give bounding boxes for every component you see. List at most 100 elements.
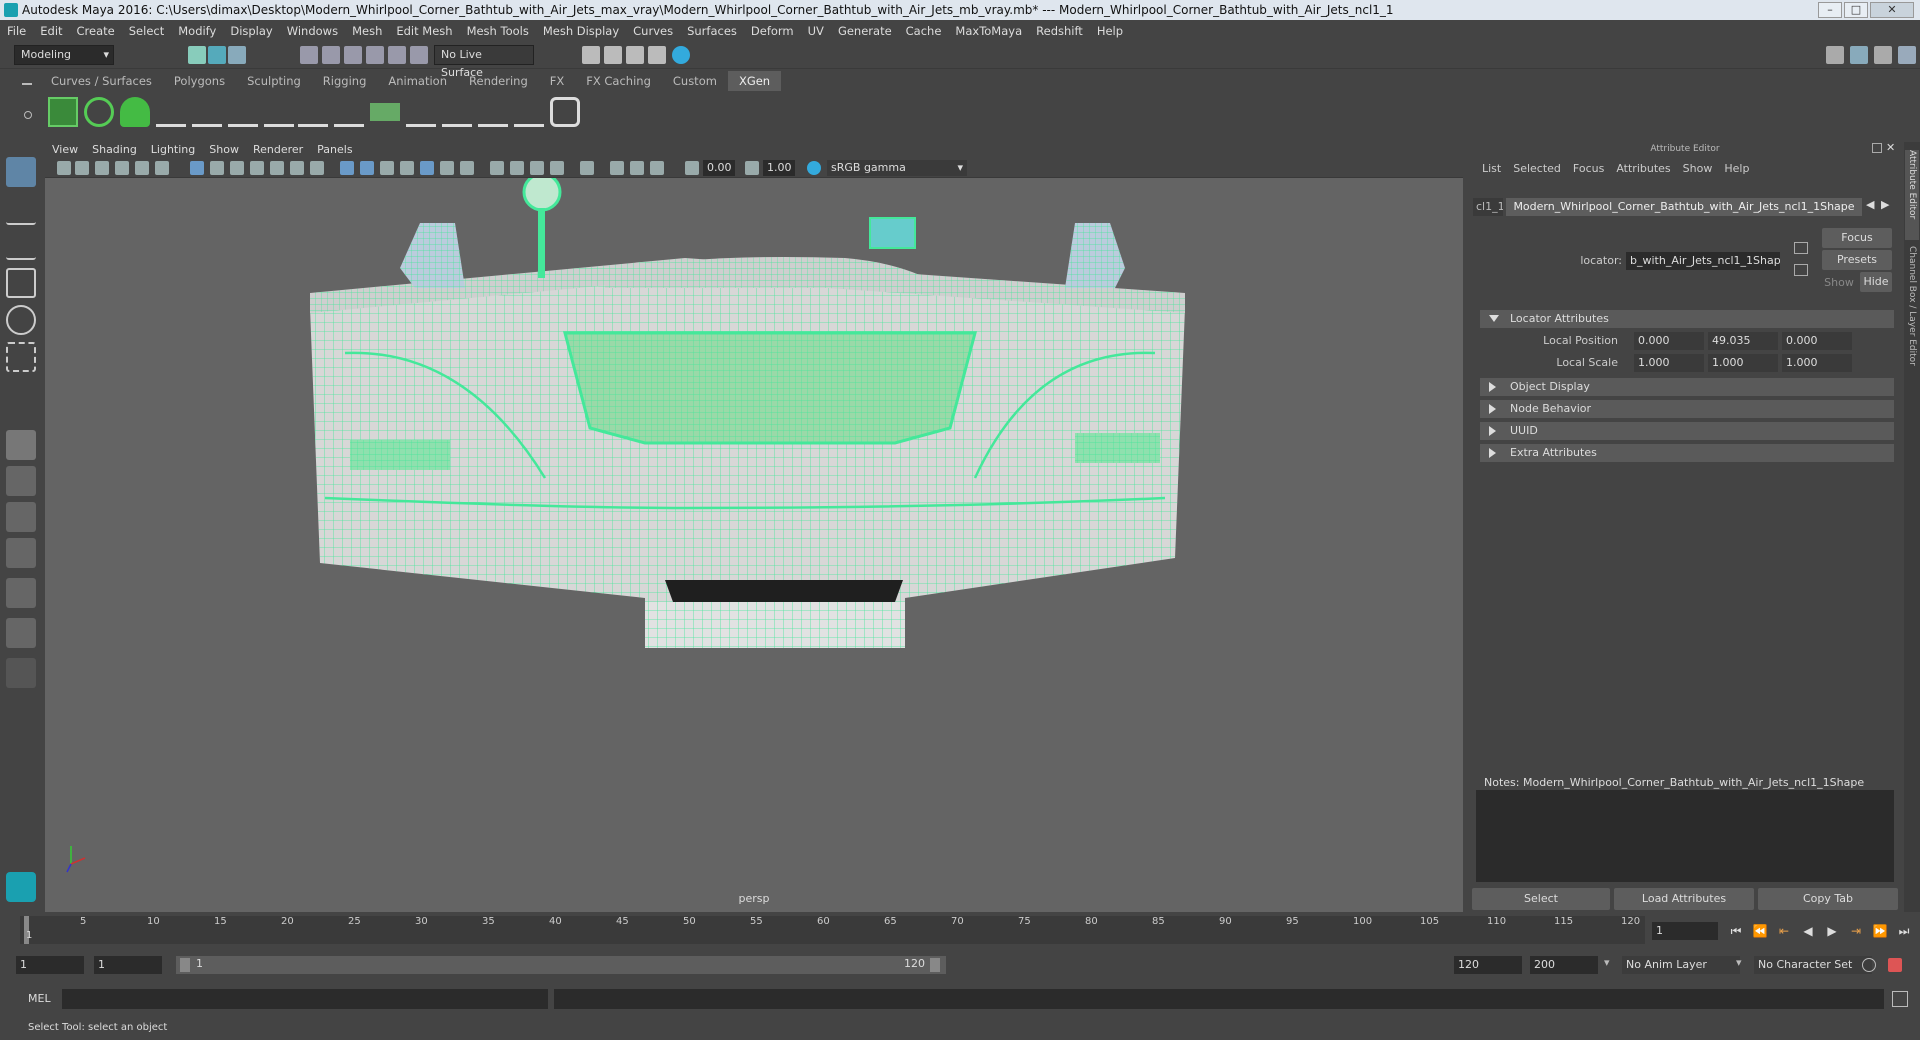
- ipr-render-icon[interactable]: [626, 46, 644, 64]
- presets-button[interactable]: Presets: [1822, 250, 1892, 270]
- motion-blur-icon[interactable]: [510, 161, 524, 175]
- menu-mesh-tools[interactable]: Mesh Tools: [460, 20, 536, 42]
- render-settings-icon[interactable]: [582, 46, 600, 64]
- shelf-tab-animation[interactable]: Animation: [377, 71, 458, 91]
- menu-mesh[interactable]: Mesh: [345, 20, 389, 42]
- time-slider[interactable]: 1 5 10 15 20 25 30 35 40 45 50 55 60 65 …: [0, 912, 1920, 948]
- rotate-tool-icon[interactable]: [6, 305, 36, 335]
- menu-cache[interactable]: Cache: [899, 20, 949, 42]
- float-panel-icon[interactable]: [1872, 143, 1882, 153]
- playback-start-field[interactable]: 1: [94, 956, 162, 974]
- select-object-icon[interactable]: [208, 46, 226, 64]
- playback-end-field[interactable]: 120: [1454, 956, 1522, 974]
- layout-graph-icon[interactable]: [6, 618, 36, 648]
- shelf-settings-icon[interactable]: [24, 111, 32, 119]
- bookmark-icon[interactable]: [95, 161, 109, 175]
- menu-mesh-display[interactable]: Mesh Display: [536, 20, 626, 42]
- end-time-field[interactable]: 200: [1530, 956, 1598, 974]
- auto-key-icon[interactable]: [1862, 958, 1876, 972]
- anti-aliasing-icon[interactable]: [530, 161, 544, 175]
- layer-guides-icon[interactable]: [370, 103, 400, 121]
- range-end-handle[interactable]: [930, 958, 940, 972]
- viewport-menu-shading[interactable]: Shading: [85, 142, 144, 158]
- play-forward-icon[interactable]: ▶: [1824, 924, 1840, 938]
- go-to-end-icon[interactable]: ⏭: [1896, 924, 1912, 938]
- camera-select-icon[interactable]: [57, 161, 71, 175]
- mode-dropdown[interactable]: Modeling ▾: [14, 45, 114, 65]
- play-backward-icon[interactable]: ◀: [1800, 924, 1816, 938]
- screen-space-ao-icon[interactable]: [490, 161, 504, 175]
- local-position-z-field[interactable]: 0.000: [1782, 332, 1852, 350]
- color-management-icon[interactable]: [807, 161, 821, 175]
- layout-persp-outliner-icon[interactable]: [6, 538, 36, 568]
- command-language-toggle[interactable]: MEL: [28, 992, 51, 1005]
- snap-curve-icon[interactable]: [322, 46, 340, 64]
- shelf-tab-xgen[interactable]: XGen: [727, 71, 782, 91]
- field-chart-icon[interactable]: [270, 161, 284, 175]
- xray-joints-icon[interactable]: [630, 161, 644, 175]
- select-component-icon[interactable]: [228, 46, 246, 64]
- section-uuid[interactable]: UUID: [1480, 422, 1894, 440]
- local-scale-x-field[interactable]: 1.000: [1634, 354, 1704, 372]
- bathtub-wireframe-model[interactable]: [45, 178, 1463, 888]
- snap-grid-icon[interactable]: [300, 46, 318, 64]
- shelf-tab-sculpting[interactable]: Sculpting: [236, 71, 312, 91]
- snap-surface-icon[interactable]: [388, 46, 406, 64]
- focus-button[interactable]: Focus: [1822, 228, 1892, 248]
- viewport-menu-panels[interactable]: Panels: [310, 142, 359, 158]
- menu-help[interactable]: Help: [1090, 20, 1130, 42]
- grid-toggle-icon[interactable]: [190, 161, 204, 175]
- menu-modify[interactable]: Modify: [171, 20, 223, 42]
- shadows-icon[interactable]: [460, 161, 474, 175]
- hide-button[interactable]: Hide: [1860, 272, 1892, 292]
- viewport-panel[interactable]: View Shading Lighting Show Renderer Panels 0.…: [45, 142, 1463, 912]
- shelf-tab-fx[interactable]: FX: [539, 71, 576, 91]
- shelf-menu-icon[interactable]: [22, 83, 32, 85]
- image-plane-icon[interactable]: [115, 161, 129, 175]
- depth-of-field-icon[interactable]: [550, 161, 564, 175]
- node-tab-transform[interactable]: cl1_1: [1473, 198, 1503, 216]
- minimize-button[interactable]: –: [1818, 2, 1842, 18]
- snap-view-icon[interactable]: [366, 46, 384, 64]
- scale-tool-icon[interactable]: [6, 342, 36, 372]
- layout-two-pane-icon[interactable]: [6, 502, 36, 532]
- render-frame-icon[interactable]: [604, 46, 622, 64]
- menu-redshift[interactable]: Redshift: [1029, 20, 1090, 42]
- ae-menu-focus[interactable]: Focus: [1567, 162, 1610, 175]
- viewport-menu-lighting[interactable]: Lighting: [144, 142, 202, 158]
- load-attributes-button[interactable]: Load Attributes: [1614, 888, 1754, 910]
- shelf-tab-polygons[interactable]: Polygons: [163, 71, 236, 91]
- gamma-field[interactable]: 1.00: [763, 160, 795, 176]
- isolate-select-icon[interactable]: [580, 161, 594, 175]
- shelf-tab-curves-surfaces[interactable]: Curves / Surfaces: [40, 71, 163, 91]
- prev-key-icon[interactable]: ⇤: [1776, 924, 1792, 938]
- menu-generate[interactable]: Generate: [831, 20, 899, 42]
- safe-title-icon[interactable]: [310, 161, 324, 175]
- add-guide-icon[interactable]: [228, 97, 258, 127]
- output-connections-icon[interactable]: [1794, 242, 1808, 254]
- maya-home-icon[interactable]: [6, 872, 36, 902]
- menu-select[interactable]: Select: [122, 20, 171, 42]
- color-space-dropdown[interactable]: sRGB gamma ▾: [827, 160, 967, 176]
- local-scale-z-field[interactable]: 1.000: [1782, 354, 1852, 372]
- anim-layer-dropdown[interactable]: No Anim Layer: [1622, 956, 1740, 974]
- section-object-display[interactable]: Object Display: [1480, 378, 1894, 396]
- safe-action-icon[interactable]: [290, 161, 304, 175]
- exposure-icon[interactable]: [685, 161, 699, 175]
- guide-comb-icon[interactable]: [442, 97, 472, 127]
- paint-select-tool-icon[interactable]: [6, 230, 36, 260]
- side-tab-channel-box[interactable]: Channel Box / Layer Editor: [1905, 246, 1919, 396]
- camera-attributes-icon[interactable]: [75, 161, 89, 175]
- smooth-shade-icon[interactable]: [360, 161, 374, 175]
- use-lights-icon[interactable]: [440, 161, 454, 175]
- range-start-handle[interactable]: [180, 958, 190, 972]
- layout-quad-icon[interactable]: [1850, 46, 1868, 64]
- shelf-tab-rendering[interactable]: Rendering: [458, 71, 539, 91]
- outliner-toggle-icon[interactable]: [1874, 46, 1892, 64]
- section-extra-attributes[interactable]: Extra Attributes: [1480, 444, 1894, 462]
- animation-prefs-icon[interactable]: [1888, 958, 1902, 972]
- textured-icon[interactable]: [420, 161, 434, 175]
- node-tab-shape[interactable]: Modern_Whirlpool_Corner_Bathtub_with_Air…: [1506, 198, 1862, 216]
- input-connections-icon[interactable]: [1794, 264, 1808, 276]
- 2d-pan-zoom-icon[interactable]: [135, 161, 149, 175]
